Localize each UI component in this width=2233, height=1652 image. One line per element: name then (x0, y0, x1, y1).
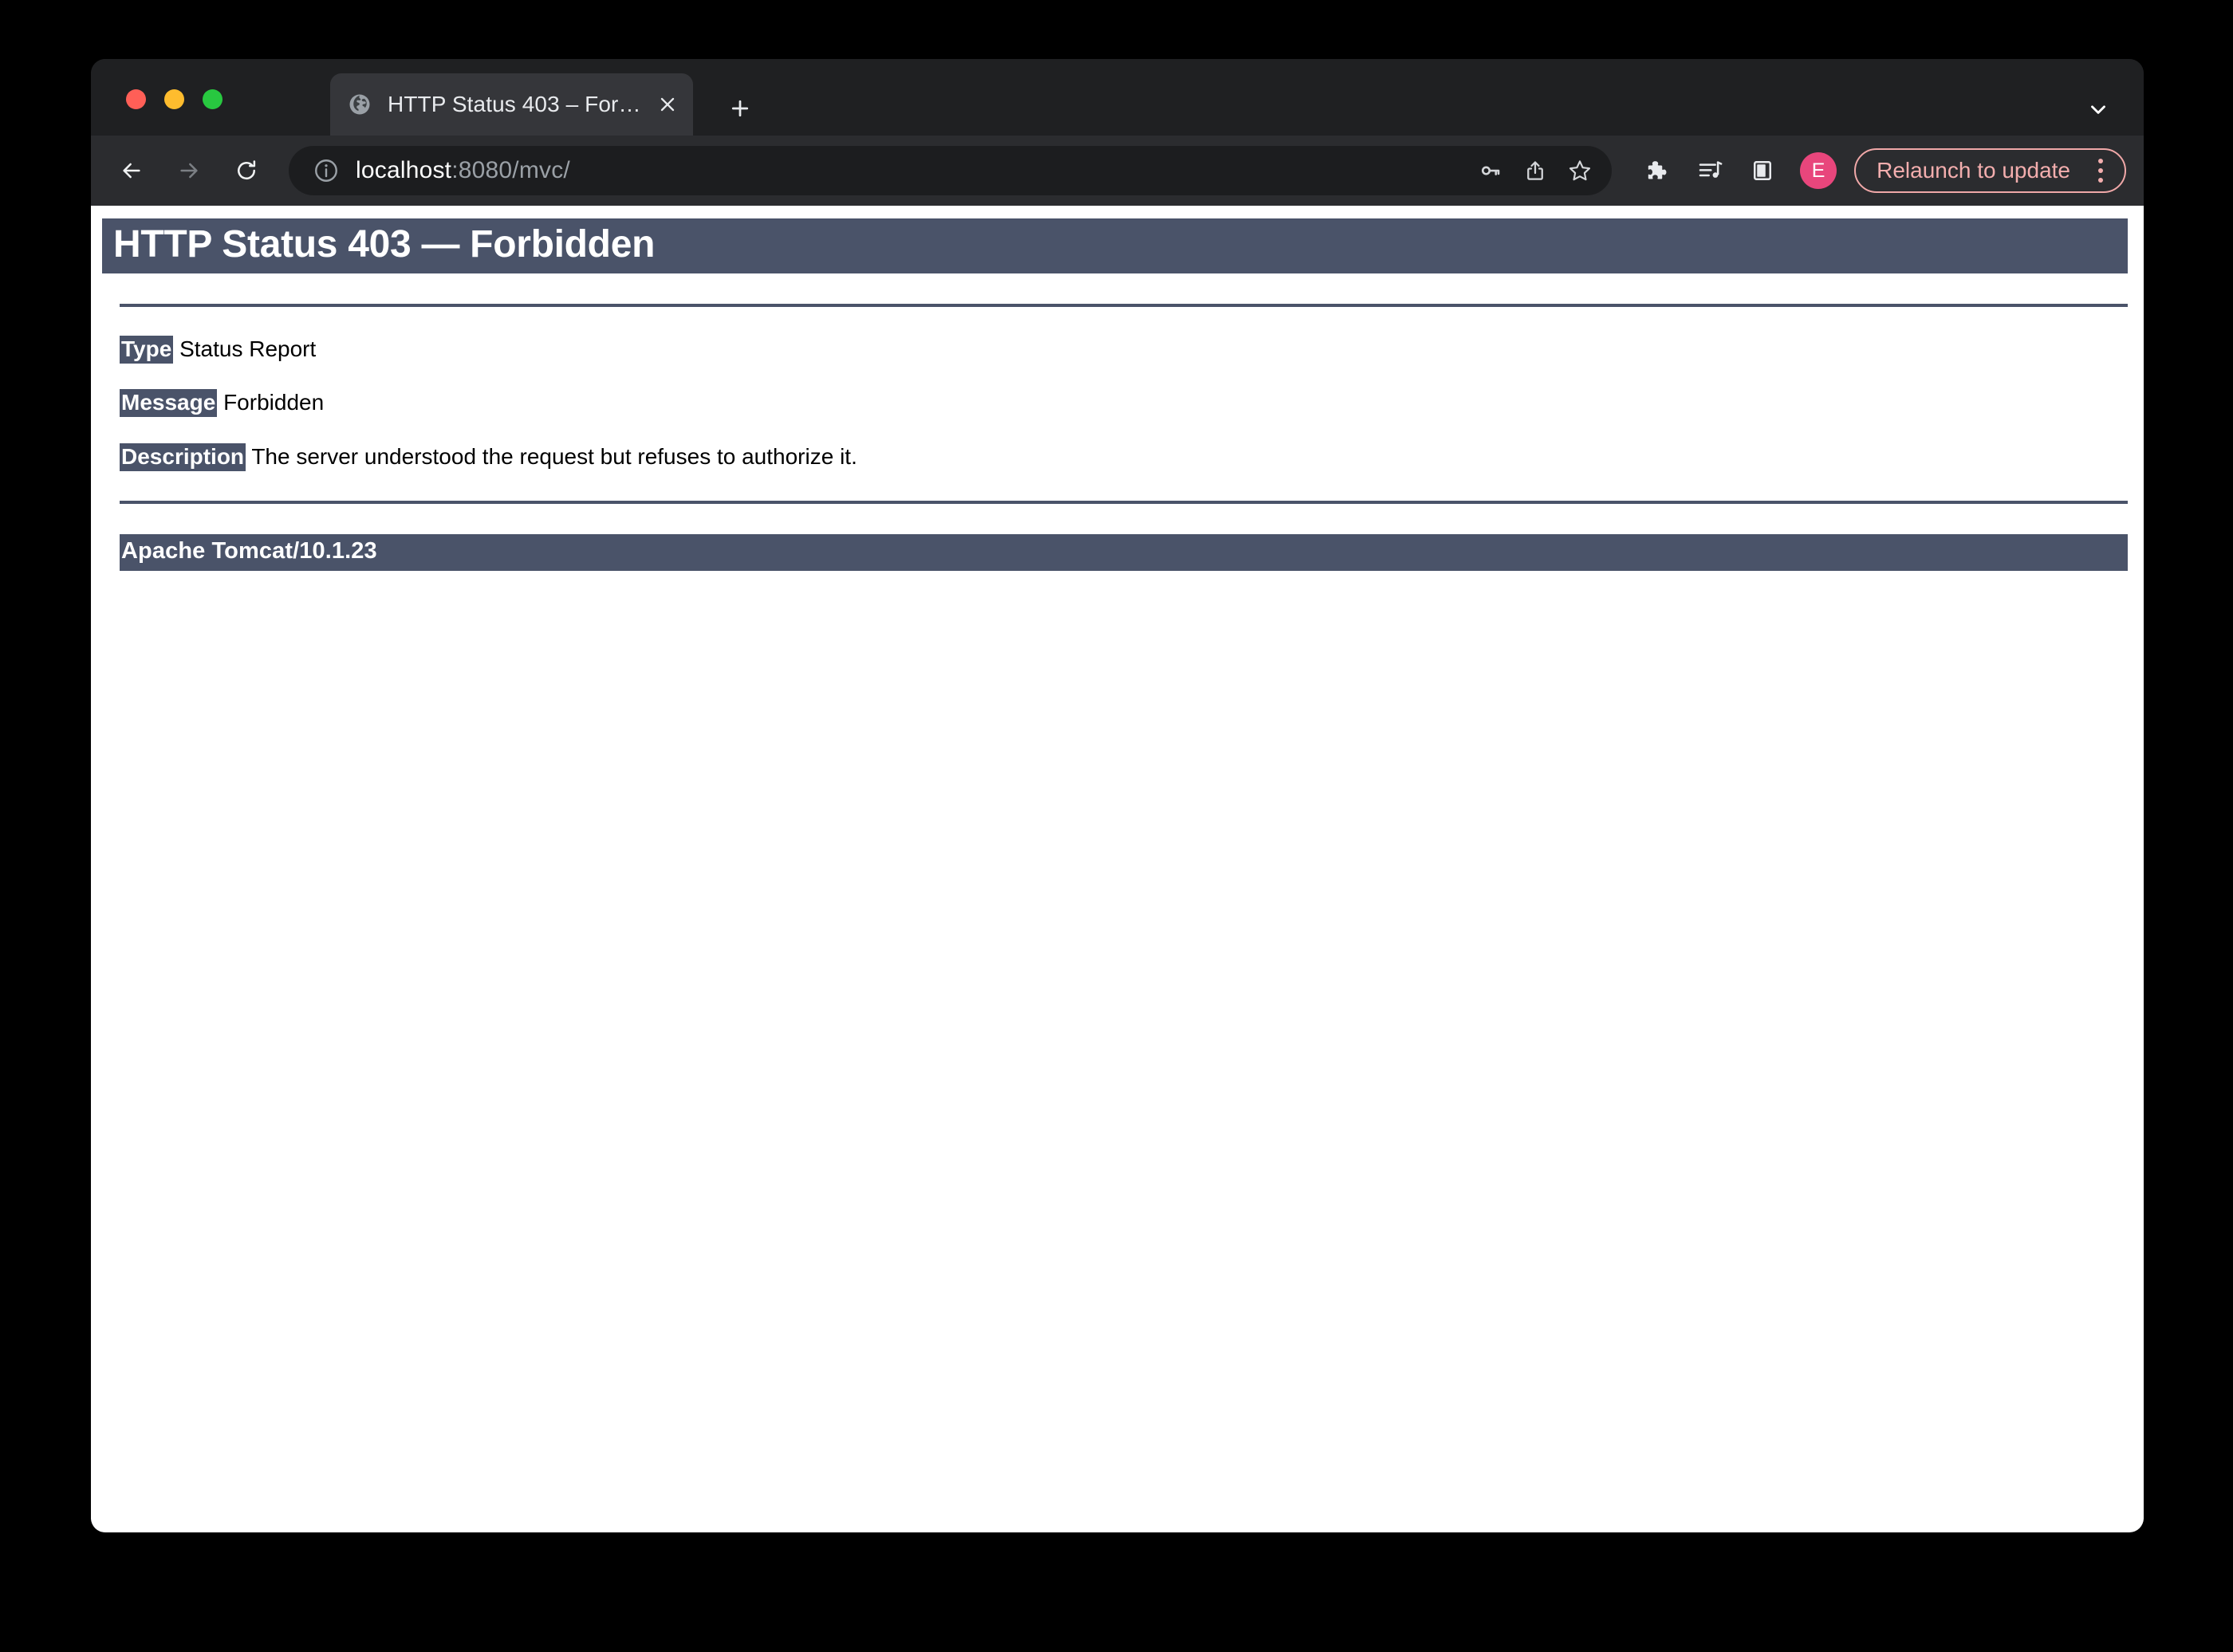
tomcat-error-page: HTTP Status 403 — Forbidden Type Status … (91, 206, 2144, 571)
window-maximize-button[interactable] (203, 89, 223, 109)
detail-value-type: Status Report (179, 336, 317, 361)
globe-icon (348, 92, 372, 116)
divider-top (120, 303, 2128, 307)
forward-button[interactable] (166, 148, 212, 194)
detail-value-message: Forbidden (223, 390, 325, 415)
detail-value-description: The server understood the request but re… (251, 444, 857, 470)
detail-label-type: Type (120, 335, 174, 364)
relaunch-label: Relaunch to update (1877, 158, 2070, 183)
tab-title: HTTP Status 403 – Forbidden (388, 92, 650, 116)
avatar[interactable]: E (1800, 152, 1837, 189)
three-dots-vertical-icon[interactable] (2081, 151, 2120, 190)
browser-toolbar: localhost:8080/mvc/ E Relaunch to update (91, 136, 2144, 206)
url-host: localhost (356, 157, 452, 183)
tab-strip: HTTP Status 403 – Forbidden (91, 59, 2144, 136)
page-viewport: HTTP Status 403 — Forbidden Type Status … (91, 206, 2144, 1532)
detail-row: Type Status Report (120, 335, 2128, 364)
detail-label-message: Message (120, 389, 218, 418)
status-title-bar: HTTP Status 403 — Forbidden (102, 218, 2128, 273)
page-title: HTTP Status 403 — Forbidden (113, 223, 656, 266)
info-circle-icon[interactable] (309, 154, 343, 187)
detail-label-description: Description (120, 443, 246, 472)
panel-icon[interactable] (1741, 149, 1784, 192)
address-bar[interactable]: localhost:8080/mvc/ (289, 146, 1613, 195)
share-icon[interactable] (1514, 150, 1556, 191)
back-button[interactable] (108, 148, 155, 194)
relaunch-to-update-button[interactable]: Relaunch to update (1854, 148, 2126, 193)
browser-tab[interactable]: HTTP Status 403 – Forbidden (330, 73, 693, 136)
key-icon[interactable] (1470, 150, 1511, 191)
window-minimize-button[interactable] (164, 89, 184, 109)
url-text: localhost:8080/mvc/ (356, 157, 1470, 184)
server-version-text: Apache Tomcat/10.1.23 (121, 537, 377, 564)
browser-window: HTTP Status 403 – Forbidden (91, 59, 2144, 1532)
window-traffic-lights (126, 89, 223, 109)
puzzle-icon[interactable] (1636, 149, 1679, 192)
tab-close-icon[interactable] (650, 87, 685, 122)
star-icon[interactable] (1559, 150, 1601, 191)
new-tab-button[interactable] (721, 89, 759, 128)
url-path: :8080/mvc/ (451, 157, 570, 183)
window-close-button[interactable] (126, 89, 146, 109)
avatar-initial: E (1811, 159, 1825, 182)
divider-bottom (120, 500, 2128, 504)
reload-button[interactable] (223, 148, 270, 194)
playlist-note-icon[interactable] (1688, 149, 1731, 192)
server-footer-bar: Apache Tomcat/10.1.23 (120, 533, 2128, 571)
detail-row: Description The server understood the re… (120, 443, 2128, 472)
tab-search-chevron-down-icon[interactable] (2080, 91, 2117, 128)
detail-row: Message Forbidden (120, 389, 2128, 418)
